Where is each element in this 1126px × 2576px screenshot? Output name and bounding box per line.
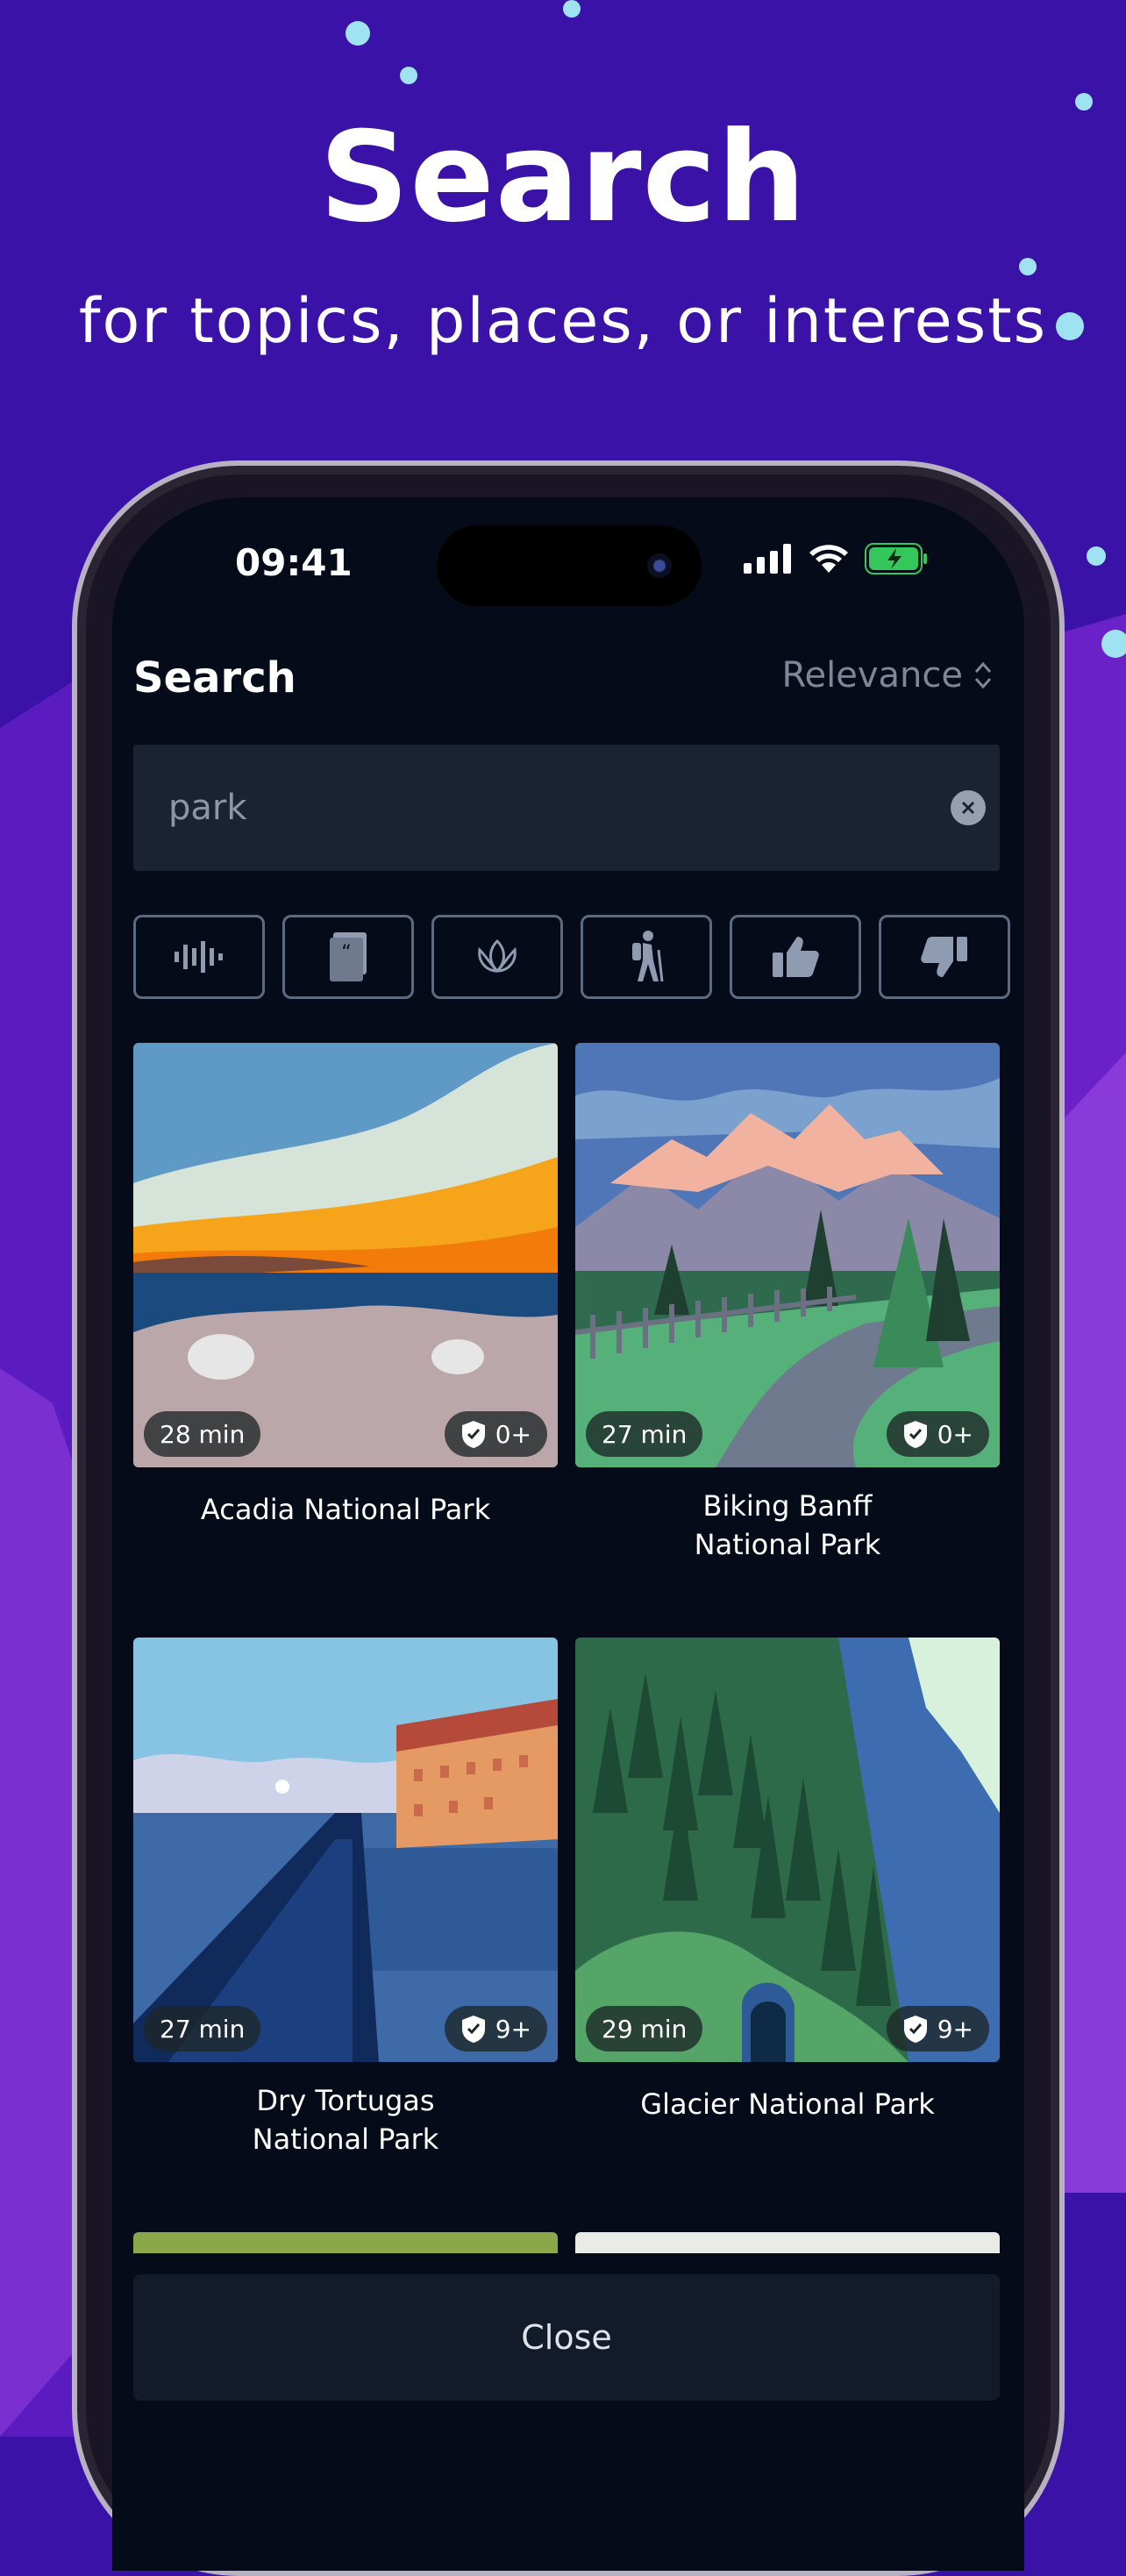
rating-badge: 9+: [444, 2006, 547, 2052]
dynamic-island: [437, 525, 702, 606]
sort-dropdown[interactable]: Relevance: [782, 655, 993, 696]
result-thumbnail: 29 min 9+: [575, 1638, 1000, 2062]
battery-icon: [865, 543, 927, 574]
promo-subtitle: for topics, places, or interests: [78, 285, 1048, 357]
shield-check-icon: [461, 2016, 485, 2043]
duration-badge: 27 min: [144, 2006, 261, 2052]
result-title: Dry Tortugas National Park: [252, 2084, 439, 2156]
page-title: Search: [133, 653, 296, 703]
duration-badge: 28 min: [144, 1411, 261, 1457]
result-title: Acadia National Park: [200, 1493, 491, 1526]
lotus-icon: [478, 938, 517, 974]
filter-meditation[interactable]: [431, 915, 563, 999]
soundscape-icon: [175, 941, 223, 973]
status-time: 09:41: [235, 541, 353, 584]
wifi-icon: [809, 545, 848, 573]
result-thumbnail: 27 min 0+: [575, 1043, 1000, 1467]
camera-icon: [647, 553, 672, 578]
hiker-icon: [632, 931, 664, 982]
clear-search-button[interactable]: [951, 790, 986, 825]
search-input[interactable]: [167, 785, 872, 831]
result-card-partial[interactable]: [133, 2232, 558, 2253]
rating-badge: 0+: [886, 1411, 989, 1457]
rating-badge: 0+: [444, 1411, 547, 1457]
close-button[interactable]: Close: [133, 2274, 1000, 2401]
filter-chips: “: [133, 915, 1010, 999]
result-card[interactable]: 29 min 9+ Glacier National Park: [575, 1638, 1000, 2123]
search-box: [133, 745, 1000, 871]
app-screen: 09:41 Search Relevance park “ 28 min 0+ …: [112, 497, 1024, 2571]
signal-icon: [744, 544, 791, 574]
result-card-partial[interactable]: [575, 2232, 1000, 2253]
filter-stories[interactable]: “: [282, 915, 414, 999]
result-title: Glacier National Park: [640, 2087, 935, 2121]
filter-disliked[interactable]: [879, 915, 1010, 999]
shield-check-icon: [461, 1421, 485, 1448]
filter-liked[interactable]: [730, 915, 861, 999]
sort-label: Relevance: [781, 655, 963, 696]
duration-badge: 27 min: [586, 1411, 703, 1457]
filter-hiking[interactable]: [581, 915, 712, 999]
result-card[interactable]: 27 min 9+ Dry Tortugas National Park: [133, 1638, 558, 2159]
result-thumbnail: 27 min 9+: [133, 1638, 558, 2062]
thumbs-up-icon: [773, 937, 819, 977]
shield-check-icon: [903, 1421, 927, 1448]
chevron-up-down-icon: [974, 661, 992, 689]
quote-book-icon: “: [330, 932, 367, 981]
result-card[interactable]: 28 min 0+ Acadia National Park: [133, 1043, 558, 1529]
duration-badge: 29 min: [586, 2006, 703, 2052]
thumbs-down-icon: [921, 937, 967, 977]
promo-title: Search: [319, 105, 807, 250]
status-icons: [744, 543, 928, 574]
result-title: Biking Banff National Park: [694, 1489, 881, 1561]
phone-frame: 09:41 Search Relevance park “ 28 min 0+ …: [72, 460, 1065, 2576]
svg-text:“: “: [341, 942, 351, 964]
rating-badge: 9+: [886, 2006, 989, 2052]
shield-check-icon: [903, 2016, 927, 2043]
result-card[interactable]: 27 min 0+ Biking Banff National Park: [575, 1043, 1000, 1564]
close-icon: [961, 801, 975, 815]
result-thumbnail: 28 min 0+: [133, 1043, 558, 1467]
filter-soundscape[interactable]: [133, 915, 265, 999]
